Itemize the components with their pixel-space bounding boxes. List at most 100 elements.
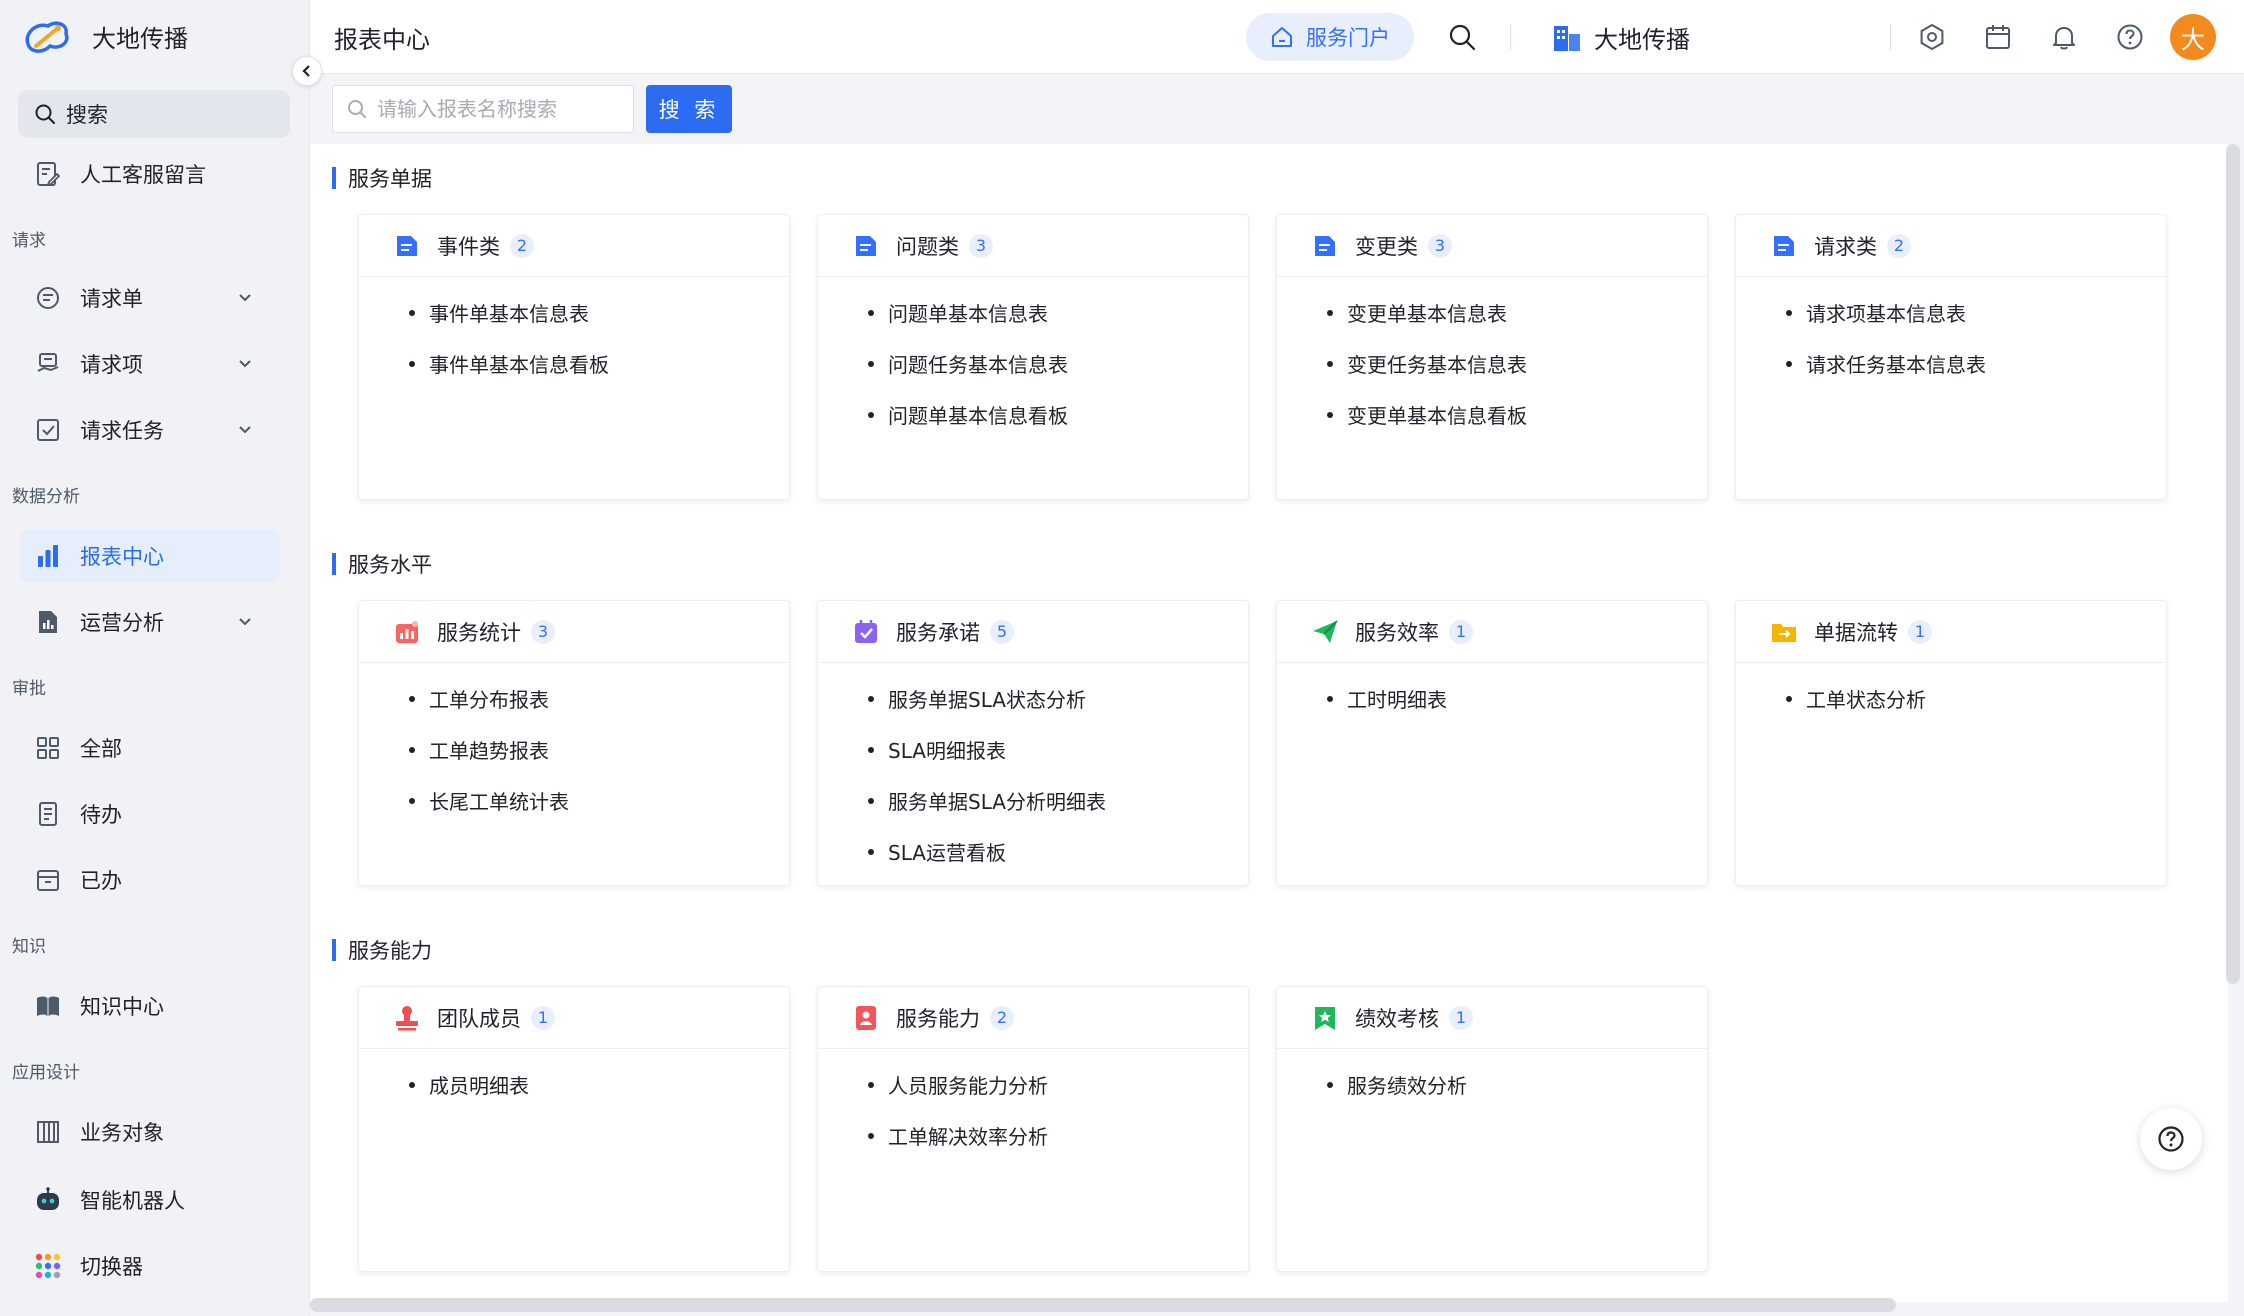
task-check-icon bbox=[34, 416, 62, 444]
report-link[interactable]: 工单趋势报表 bbox=[409, 724, 789, 775]
service-portal-button[interactable]: 服务门户 bbox=[1246, 13, 1414, 61]
report-list: 工时明细表 bbox=[1277, 663, 1707, 724]
chevron-left-icon bbox=[302, 65, 310, 77]
section-accent-bar bbox=[332, 939, 336, 961]
sidebar-search-label: 搜索 bbox=[66, 103, 108, 127]
section-title-text: 服务水平 bbox=[348, 553, 432, 577]
bar-chart-icon bbox=[34, 542, 62, 570]
report-list: 事件单基本信息表 事件单基本信息看板 bbox=[359, 277, 789, 389]
sidebar-item-label: 智能机器人 bbox=[80, 1189, 185, 1213]
section-accent-bar bbox=[332, 553, 336, 575]
card-count-badge: 1 bbox=[1908, 619, 1932, 644]
bell-icon bbox=[2053, 27, 2075, 50]
organization-building-icon bbox=[1554, 25, 1580, 51]
report-link[interactable]: 请求项基本信息表 bbox=[1786, 287, 2166, 338]
sidebar-item-smart-robot[interactable]: 智能机器人 bbox=[20, 1174, 280, 1226]
search-icon bbox=[35, 104, 55, 124]
report-search-input[interactable] bbox=[377, 97, 617, 121]
report-link[interactable]: 服务绩效分析 bbox=[1327, 1059, 1707, 1110]
group-label-app-design: 应用设计 bbox=[12, 1063, 80, 1083]
sidebar-item-done[interactable]: 已办 bbox=[20, 854, 280, 906]
sidebar-item-report-center[interactable]: 报表中心 bbox=[20, 530, 280, 582]
sidebar-item-label: 人工客服留言 bbox=[80, 163, 206, 187]
report-link[interactable]: 问题单基本信息表 bbox=[868, 287, 1248, 338]
report-link[interactable]: 事件单基本信息看板 bbox=[409, 338, 789, 389]
search-icon bbox=[348, 100, 366, 118]
report-link[interactable]: 工时明细表 bbox=[1327, 673, 1707, 724]
chat-list-icon bbox=[34, 284, 62, 312]
message-edit-icon bbox=[34, 160, 62, 188]
help-button[interactable] bbox=[2114, 21, 2146, 53]
card-title: 团队成员 bbox=[437, 1006, 521, 1031]
card-title: 请求类 bbox=[1814, 234, 1877, 259]
brand[interactable]: 大地传播 bbox=[22, 14, 188, 58]
report-link[interactable]: 请求任务基本信息表 bbox=[1786, 338, 2166, 389]
sidebar-item-label: 业务对象 bbox=[80, 1121, 164, 1145]
notifications-button[interactable] bbox=[2048, 21, 2080, 53]
report-link[interactable]: 长尾工单统计表 bbox=[409, 775, 789, 826]
card-title: 服务能力 bbox=[896, 1006, 980, 1031]
report-link[interactable]: 服务单据SLA分析明细表 bbox=[868, 775, 1248, 826]
report-link[interactable]: 变更单基本信息表 bbox=[1327, 287, 1707, 338]
header-divider bbox=[1510, 24, 1511, 50]
report-link[interactable]: SLA运营看板 bbox=[868, 826, 1248, 877]
report-link[interactable]: 工单解决效率分析 bbox=[868, 1110, 1248, 1161]
header-search-button[interactable] bbox=[1446, 21, 1478, 53]
report-link[interactable]: 事件单基本信息表 bbox=[409, 287, 789, 338]
card-header: 服务能力 2 bbox=[818, 987, 1248, 1049]
report-card-incident: 事件类 2 事件单基本信息表 事件单基本信息看板 bbox=[358, 214, 790, 500]
user-avatar[interactable]: 大 bbox=[2170, 14, 2216, 60]
card-header: 请求类 2 bbox=[1736, 215, 2166, 277]
card-title: 服务承诺 bbox=[896, 620, 980, 645]
report-search-box[interactable] bbox=[332, 85, 634, 133]
report-link[interactable]: 问题单基本信息看板 bbox=[868, 389, 1248, 440]
report-link[interactable]: 变更任务基本信息表 bbox=[1327, 338, 1707, 389]
report-link[interactable]: SLA明细报表 bbox=[868, 724, 1248, 775]
sidebar-collapse-button[interactable] bbox=[292, 56, 322, 86]
document-icon bbox=[852, 232, 880, 260]
grid-icon bbox=[34, 734, 62, 762]
organization-name: 大地传播 bbox=[1594, 26, 1690, 54]
card-header: 事件类 2 bbox=[359, 215, 789, 277]
sidebar-item-request-orders[interactable]: 请求单 bbox=[20, 272, 280, 324]
report-link[interactable]: 人员服务能力分析 bbox=[868, 1059, 1248, 1110]
report-card-change: 变更类 3 变更单基本信息表 变更任务基本信息表 变更单基本信息看板 bbox=[1276, 214, 1708, 500]
search-icon bbox=[1449, 24, 1476, 51]
sidebar-item-todo[interactable]: 待办 bbox=[20, 788, 280, 840]
horizontal-scrollbar[interactable] bbox=[310, 1298, 1896, 1312]
calendar-button[interactable] bbox=[1982, 21, 2014, 53]
robot-icon bbox=[34, 1186, 62, 1214]
card-title: 事件类 bbox=[437, 234, 500, 259]
document-icon bbox=[1770, 232, 1798, 260]
request-item-icon bbox=[34, 350, 62, 378]
sidebar-search[interactable]: 搜索 bbox=[18, 90, 290, 138]
sidebar-item-request-items[interactable]: 请求项 bbox=[20, 338, 280, 390]
card-title: 变更类 bbox=[1355, 234, 1418, 259]
report-card-performance: 绩效考核 1 服务绩效分析 bbox=[1276, 986, 1708, 1272]
vertical-scrollbar[interactable] bbox=[2226, 144, 2240, 984]
sidebar-item-operations-analysis[interactable]: 运营分析 bbox=[20, 596, 280, 648]
report-link[interactable]: 工单状态分析 bbox=[1786, 673, 2166, 724]
stats-chart-icon bbox=[393, 618, 421, 646]
report-link[interactable]: 服务单据SLA状态分析 bbox=[868, 673, 1248, 724]
sidebar-item-customer-messages[interactable]: 人工客服留言 bbox=[20, 148, 280, 200]
sidebar-item-request-tasks[interactable]: 请求任务 bbox=[20, 404, 280, 456]
sidebar-item-business-objects[interactable]: 业务对象 bbox=[20, 1106, 280, 1158]
report-link[interactable]: 问题任务基本信息表 bbox=[868, 338, 1248, 389]
search-button[interactable]: 搜 索 bbox=[646, 85, 732, 133]
settings-button[interactable] bbox=[1916, 21, 1948, 53]
card-title: 服务统计 bbox=[437, 620, 521, 645]
report-list: 人员服务能力分析 工单解决效率分析 bbox=[818, 1049, 1248, 1161]
sidebar-item-app-switcher[interactable]: 切换器 bbox=[20, 1240, 280, 1292]
floating-help-button[interactable] bbox=[2140, 1108, 2202, 1170]
sidebar-item-all[interactable]: 全部 bbox=[20, 722, 280, 774]
report-link[interactable]: 变更单基本信息看板 bbox=[1327, 389, 1707, 440]
header-divider bbox=[1890, 24, 1891, 50]
report-link[interactable]: 成员明细表 bbox=[409, 1059, 789, 1110]
sidebar-item-knowledge-center[interactable]: 知识中心 bbox=[20, 980, 280, 1032]
organization-switcher[interactable]: 大地传播 bbox=[1552, 20, 1690, 55]
report-card-service-efficiency: 服务效率 1 工时明细表 bbox=[1276, 600, 1708, 886]
report-link[interactable]: 工单分布报表 bbox=[409, 673, 789, 724]
card-title: 单据流转 bbox=[1814, 620, 1898, 645]
card-count-badge: 2 bbox=[510, 233, 534, 258]
